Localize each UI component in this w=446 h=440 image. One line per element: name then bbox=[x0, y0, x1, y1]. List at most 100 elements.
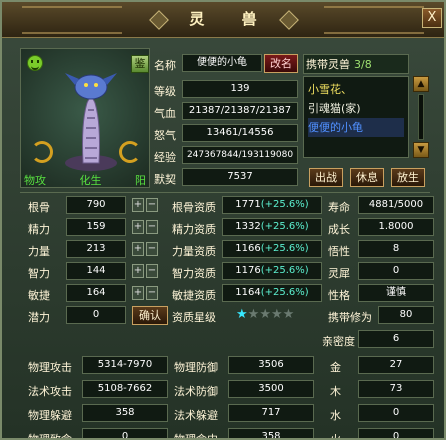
title-diamond-icon bbox=[149, 10, 169, 30]
side-value: 4881/5000 bbox=[358, 196, 434, 214]
aptitude-label: 精力资质 bbox=[172, 223, 216, 236]
aptitude-value: 1176(+25.6%) bbox=[222, 262, 322, 280]
side-label: 成长 bbox=[328, 223, 350, 236]
rage-label: 怒气 bbox=[154, 129, 176, 142]
level-field: 139 bbox=[182, 80, 298, 98]
attr-value: 144 bbox=[66, 262, 126, 280]
pet-type-labels: 物攻 化生 阳 bbox=[20, 172, 150, 188]
combat-row: 物理躲避 358 法术躲避 717 水 0 bbox=[24, 404, 444, 426]
minus-button[interactable]: − bbox=[146, 264, 158, 278]
star-rating-label: 资质星级 bbox=[172, 311, 216, 324]
rotate-left-icon[interactable] bbox=[31, 141, 53, 163]
aptitude-label: 敏捷资质 bbox=[172, 289, 216, 302]
combat-label: 法术攻击 bbox=[28, 385, 72, 398]
level-label: 等级 bbox=[154, 85, 176, 98]
name-label: 名称 bbox=[154, 59, 176, 72]
aptitude-value: 1164(+25.6%) bbox=[222, 284, 322, 302]
combat-label: 物理命中 bbox=[174, 433, 218, 440]
carry-pet-item[interactable]: 小雪花、 bbox=[308, 80, 404, 99]
combat-label: 物理躲避 bbox=[28, 409, 72, 422]
pet-type-polarity: 阳 bbox=[135, 174, 146, 187]
element-value: 27 bbox=[358, 356, 434, 374]
pet-window: 灵 兽 X 鉴 物攻 化生 阳 名称 便便的小龟 改名 等级 139 气血 21… bbox=[0, 0, 446, 440]
carry-pet-item-selected[interactable]: 便便的小龟 bbox=[308, 118, 404, 137]
carry-pet-item[interactable]: 引魂猫(家) bbox=[308, 99, 404, 118]
scroll-up-icon[interactable]: ▲ bbox=[413, 76, 429, 92]
combat-value: 358 bbox=[228, 428, 314, 438]
tacit-label: 默契 bbox=[154, 173, 176, 186]
combat-value: 3506 bbox=[228, 356, 314, 374]
combat-value: 717 bbox=[228, 404, 314, 422]
attr-label: 精力 bbox=[28, 223, 50, 236]
potential-value: 0 bbox=[66, 306, 126, 324]
side-value: 1.8000 bbox=[358, 218, 434, 236]
aptitude-value: 1771(+25.6%) bbox=[222, 196, 322, 214]
combat-row: 法术攻击 5108-7662 法术防御 3500 木 73 bbox=[24, 380, 444, 402]
side-label: 悟性 bbox=[328, 245, 350, 258]
scroll-down-icon[interactable]: ▼ bbox=[413, 142, 429, 158]
rename-button[interactable]: 改名 bbox=[264, 54, 298, 73]
carry-pet-list: 小雪花、 引魂猫(家) 便便的小龟 bbox=[303, 76, 409, 158]
combat-row: 物理致命 0 物理命中 358 火 0 bbox=[24, 428, 444, 440]
potential-row: 潜力 0 确认 资质星级 ★★★★★ 携带修为 80 bbox=[24, 306, 444, 328]
rotate-right-icon[interactable] bbox=[119, 141, 141, 163]
pet-type-attack: 物攻 bbox=[24, 174, 46, 187]
combat-value: 3500 bbox=[228, 380, 314, 398]
element-label: 水 bbox=[330, 409, 341, 422]
hp-label: 气血 bbox=[154, 107, 176, 120]
attr-row-intellect: 智力 144 + − 智力资质 1176(+25.6%) 灵犀 0 bbox=[24, 262, 444, 284]
attr-row-strength: 力量 213 + − 力量资质 1166(+25.6%) 悟性 8 bbox=[24, 240, 444, 262]
rage-field: 13461/14556 bbox=[182, 124, 298, 142]
carry-scrollbar[interactable]: ▲ ▼ bbox=[413, 76, 429, 158]
side-label: 灵犀 bbox=[328, 267, 350, 280]
attr-label: 智力 bbox=[28, 267, 50, 280]
aptitude-label: 力量资质 bbox=[172, 245, 216, 258]
side-value: 谨慎 bbox=[358, 284, 434, 302]
confirm-button[interactable]: 确认 bbox=[132, 306, 168, 325]
title-diamond-icon bbox=[279, 10, 299, 30]
aptitude-label: 根骨资质 bbox=[172, 201, 216, 214]
battle-button[interactable]: 出战 bbox=[309, 168, 343, 187]
intimacy-label: 亲密度 bbox=[322, 335, 355, 348]
plus-button[interactable]: + bbox=[132, 220, 144, 234]
carry-header-label: 携带灵兽 bbox=[306, 58, 350, 71]
rest-button[interactable]: 休息 bbox=[350, 168, 384, 187]
element-value: 73 bbox=[358, 380, 434, 398]
title-bar[interactable]: 灵 兽 X bbox=[2, 2, 444, 38]
plus-button[interactable]: + bbox=[132, 264, 144, 278]
carry-count: 3/8 bbox=[354, 58, 372, 71]
combat-label: 物理攻击 bbox=[28, 361, 72, 374]
attr-value: 159 bbox=[66, 218, 126, 236]
element-value: 0 bbox=[358, 404, 434, 422]
element-label: 火 bbox=[330, 433, 341, 440]
attr-label: 力量 bbox=[28, 245, 50, 258]
star-rating: ★★★★★ bbox=[236, 307, 294, 322]
window-title: 灵 兽 bbox=[189, 10, 273, 28]
plus-button[interactable]: + bbox=[132, 198, 144, 212]
potential-label: 潜力 bbox=[28, 311, 50, 324]
combat-value: 358 bbox=[82, 404, 168, 422]
side-label: 寿命 bbox=[328, 201, 350, 214]
close-button[interactable]: X bbox=[422, 8, 442, 28]
scroll-track[interactable] bbox=[418, 94, 424, 140]
minus-button[interactable]: − bbox=[146, 220, 158, 234]
attr-row-agility: 敏捷 164 + − 敏捷资质 1164(+25.6%) 性格 谨慎 bbox=[24, 284, 444, 306]
aptitude-label: 智力资质 bbox=[172, 267, 216, 280]
side-value: 8 bbox=[358, 240, 434, 258]
plus-button[interactable]: + bbox=[132, 242, 144, 256]
element-value: 0 bbox=[358, 428, 434, 438]
minus-button[interactable]: − bbox=[146, 198, 158, 212]
plus-button[interactable]: + bbox=[132, 286, 144, 300]
title-ornament-left bbox=[22, 6, 122, 34]
combat-value: 5314-7970 bbox=[82, 356, 168, 374]
attr-label: 根骨 bbox=[28, 201, 50, 214]
star-icon: ★ bbox=[270, 307, 283, 322]
intimacy-value: 6 bbox=[358, 330, 434, 348]
star-icon: ★ bbox=[247, 307, 260, 322]
minus-button[interactable]: − bbox=[146, 242, 158, 256]
minus-button[interactable]: − bbox=[146, 286, 158, 300]
appraise-button[interactable]: 鉴 bbox=[131, 55, 149, 73]
release-button[interactable]: 放生 bbox=[391, 168, 425, 187]
combat-value: 5108-7662 bbox=[82, 380, 168, 398]
attr-row-constitution: 根骨 790 + − 根骨资质 1771(+25.6%) 寿命 4881/500… bbox=[24, 196, 444, 218]
